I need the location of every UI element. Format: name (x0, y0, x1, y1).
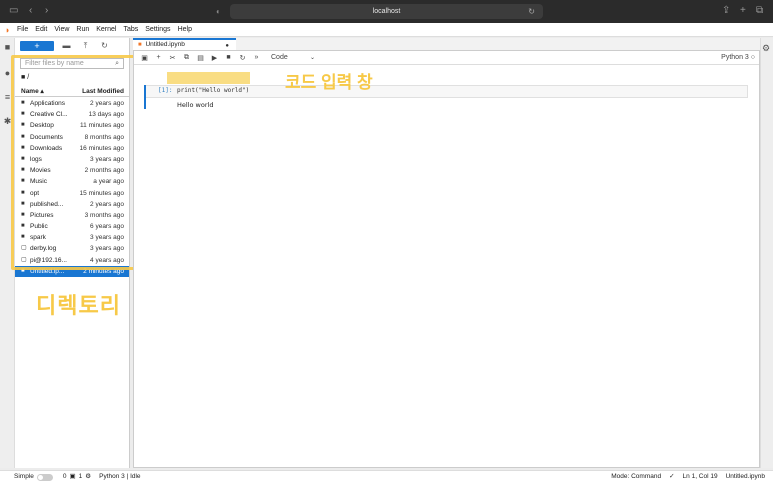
notebook-panel: ▣ + ✂ ⧉ ▤ ▶ ■ ↻ » Code ⌄ Python 3 ○ [1]:… (133, 50, 760, 468)
share-icon[interactable]: ⇪ (722, 4, 730, 18)
directory-annotation: 디렉토리 (36, 293, 121, 318)
menu-file[interactable]: File (17, 26, 28, 33)
tab-overview-icon[interactable]: ⧉ (756, 4, 763, 18)
kernel-status[interactable]: Python 3 | Idle (99, 471, 140, 483)
forward-icon[interactable]: › (45, 4, 48, 18)
menubar: ◗ File Edit View Run Kernel Tabs Setting… (0, 23, 773, 37)
reload-icon[interactable]: ↻ (528, 4, 535, 19)
file-browser-toolbar: + ▬ ⤒ ↻ (15, 38, 129, 53)
new-launcher-button[interactable]: + (20, 40, 54, 51)
kernel-gear-icon: ⚙ (85, 473, 92, 480)
terminal-icon: ▣ (69, 473, 76, 480)
chevron-down-icon[interactable]: ⌄ (310, 54, 315, 61)
cut-icon[interactable]: ✂ (167, 54, 178, 62)
insert-cell-icon[interactable]: + (153, 54, 164, 61)
check-icon: ✓ (669, 473, 675, 480)
address-text: localhost (372, 8, 401, 15)
menu-run[interactable]: Run (76, 26, 89, 33)
main-area: ■ Untitled.ipynb ● ▣ + ✂ ⧉ ▤ ▶ ■ ↻ » Cod… (133, 38, 760, 468)
new-folder-icon[interactable]: ▬ (60, 41, 73, 50)
address-bar[interactable]: ◐ localhost ↻ (216, 4, 543, 19)
simple-mode-toggle[interactable] (36, 473, 53, 481)
fast-forward-icon[interactable]: » (251, 54, 262, 61)
right-sidebar: ⚙ (760, 38, 773, 468)
jupyter-logo-icon: ◗ (5, 24, 11, 35)
simple-mode-label: Simple (14, 473, 34, 480)
privacy-shield-icon: ◐ (216, 7, 221, 16)
kernels-count[interactable]: 1 (79, 471, 83, 483)
cell-type-value: Code (271, 54, 288, 61)
menu-tabs[interactable]: Tabs (123, 26, 138, 33)
new-tab-icon[interactable]: + (740, 4, 746, 18)
sidebar-toggle-icon[interactable]: ▭ (9, 4, 18, 18)
kernel-indicator[interactable]: Python 3 ○ (721, 54, 755, 61)
run-icon[interactable]: ▶ (209, 54, 220, 62)
active-cell-bar (144, 85, 146, 109)
status-bar: Simple 0 ▣ 1 ⚙ Python 3 | Idle Mode: Com… (0, 470, 773, 483)
copy-icon[interactable]: ⧉ (181, 54, 192, 62)
menu-edit[interactable]: Edit (35, 26, 47, 33)
tab-title: Untitled.ipynb (145, 41, 185, 48)
command-mode: Mode: Command (611, 473, 662, 480)
directory-highlight (11, 55, 138, 270)
menu-help[interactable]: Help (178, 26, 192, 33)
restart-icon[interactable]: ↻ (237, 54, 248, 62)
paste-icon[interactable]: ▤ (195, 54, 206, 62)
tab-bar: ■ Untitled.ipynb ● (133, 38, 760, 50)
current-file: Untitled.ipynb (725, 473, 765, 480)
menu-view[interactable]: View (54, 26, 69, 33)
menu-settings[interactable]: Settings (145, 26, 170, 33)
cell-code[interactable]: print("Hello world") (177, 87, 249, 94)
save-icon[interactable]: ▣ (139, 54, 150, 62)
menu-kernel[interactable]: Kernel (96, 26, 116, 33)
code-annotation: 코드 입력 창 (285, 73, 373, 92)
notebook-icon: ■ (138, 42, 142, 48)
tab-notebook[interactable]: ■ Untitled.ipynb ● (133, 38, 236, 50)
back-icon[interactable]: ‹ (29, 4, 32, 18)
cell-type-select[interactable]: Code (271, 54, 307, 61)
browser-titlebar: ▭ ‹ › ◐ localhost ↻ ⇪ + ⧉ (0, 0, 773, 23)
notebook-toolbar: ▣ + ✂ ⧉ ▤ ▶ ■ ↻ » Code ⌄ Python 3 ○ (134, 51, 759, 65)
stop-icon[interactable]: ■ (223, 54, 234, 61)
terminals-count[interactable]: 0 (63, 471, 67, 483)
cell-output: Hello world (177, 101, 214, 109)
code-highlight (167, 72, 250, 84)
cell-prompt: [1]: (158, 87, 173, 94)
kernel-name: Python 3 (721, 54, 749, 61)
upload-icon[interactable]: ⤒ (79, 41, 92, 51)
refresh-icon[interactable]: ↻ (98, 41, 111, 50)
folder-icon[interactable]: ■ (2, 42, 13, 53)
property-inspector-icon[interactable]: ⚙ (762, 43, 770, 54)
cursor-position[interactable]: Ln 1, Col 19 (683, 471, 718, 483)
